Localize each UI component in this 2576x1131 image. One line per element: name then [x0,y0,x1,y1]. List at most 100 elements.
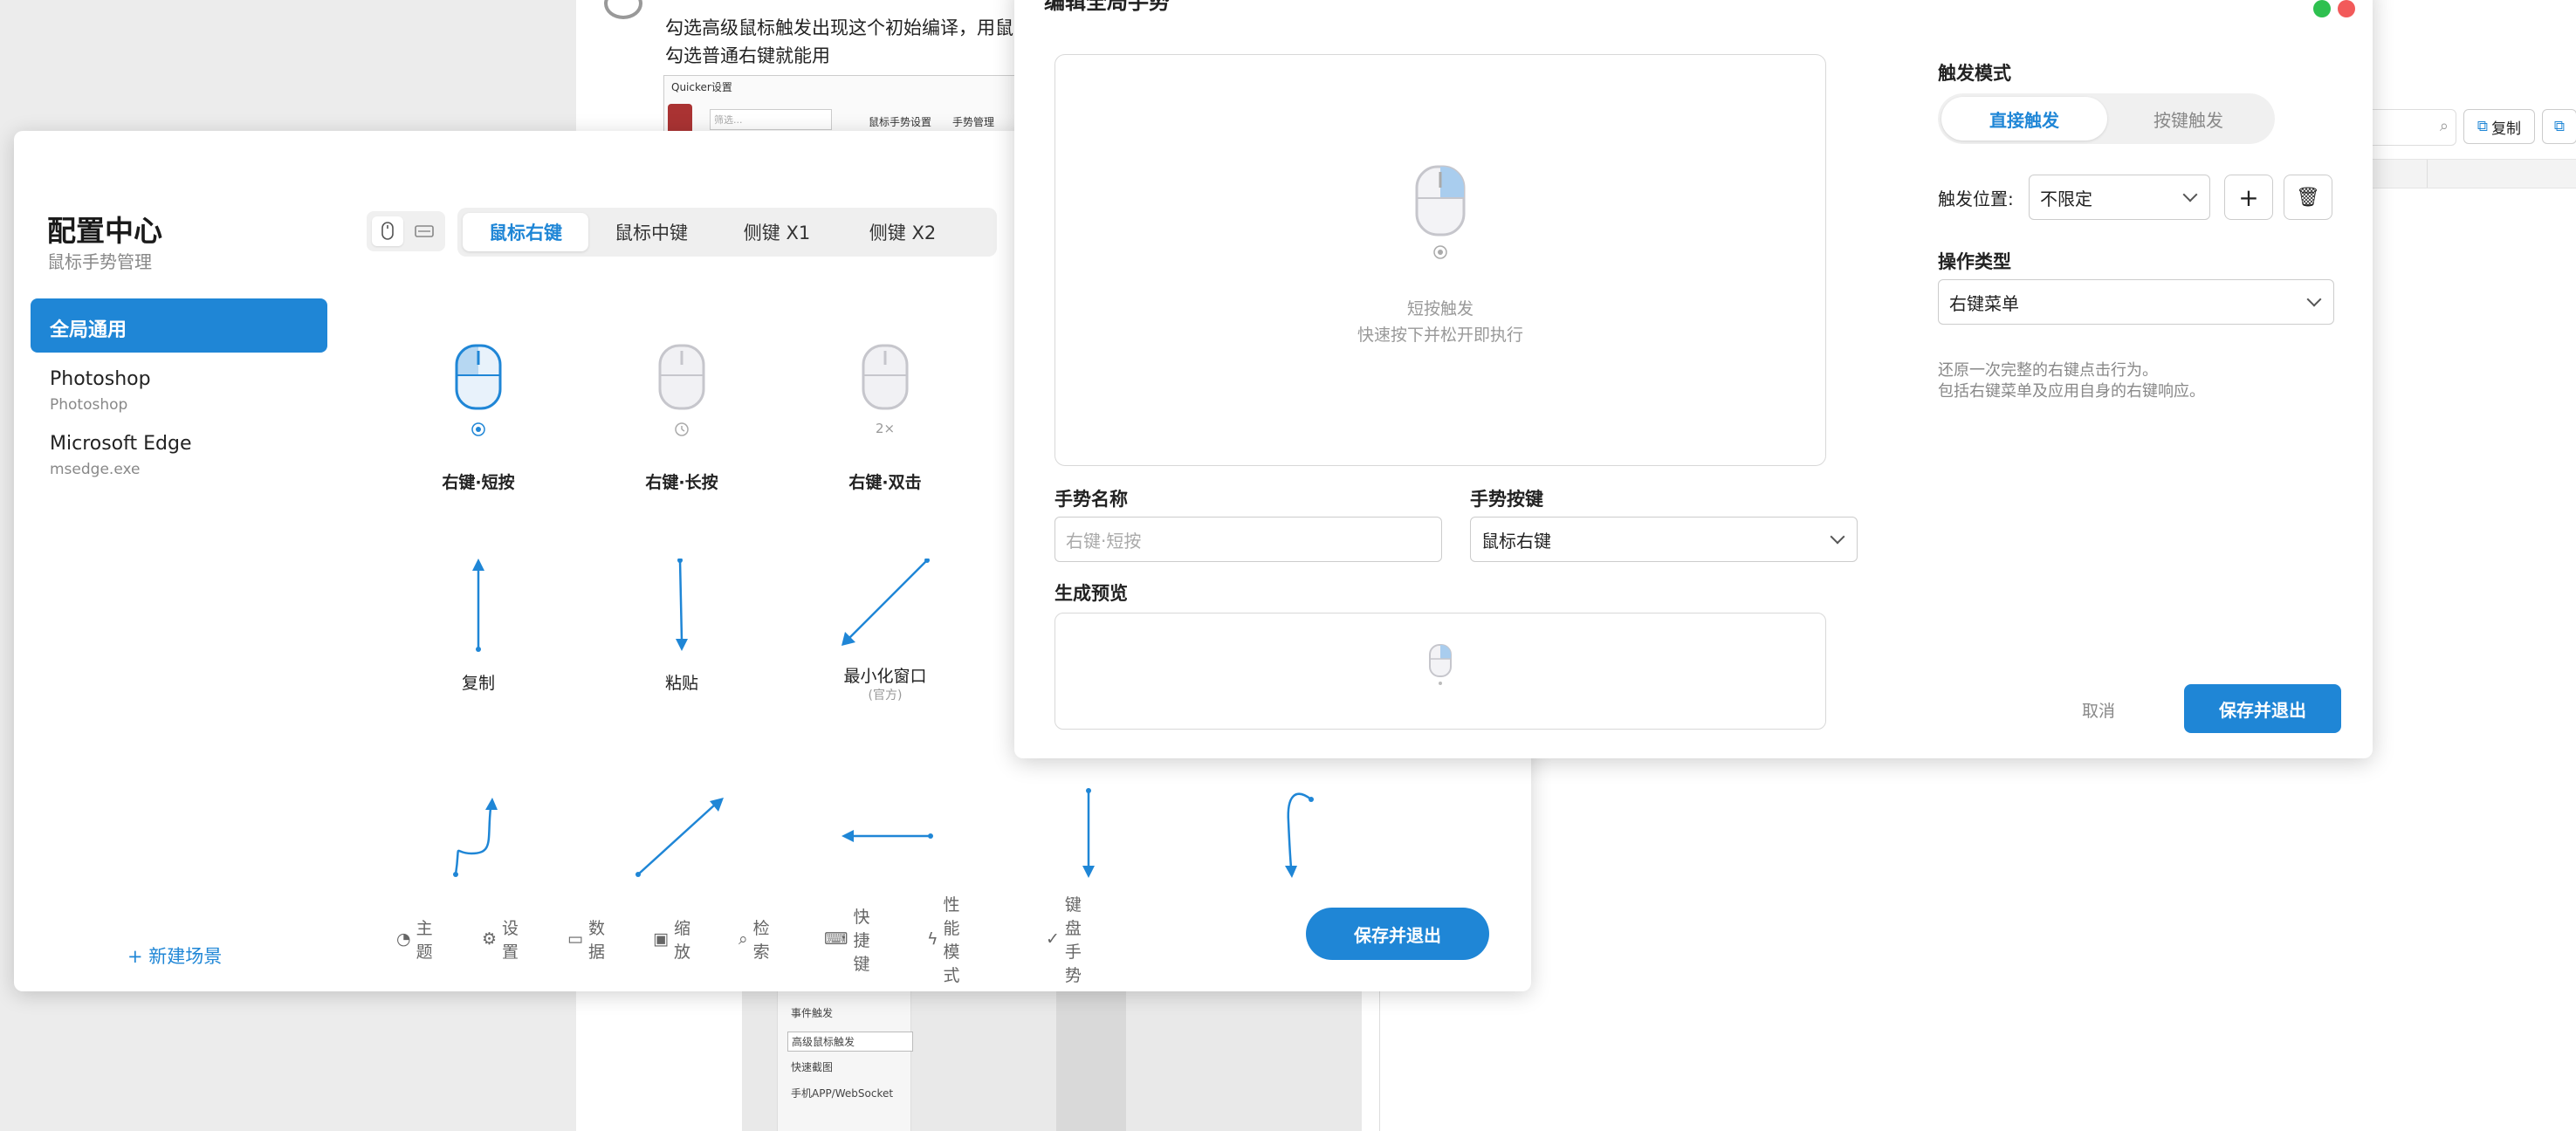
zoom-button[interactable]: ▣ 缩放 [653,919,690,962]
data-button[interactable]: ▭ 数据 [567,919,605,962]
shot-sidebar-item: 手机APP/WebSocket [791,1087,894,1100]
keyboard-icon: ⌨ [824,929,848,949]
gesture-name-input[interactable]: 右键·短按 [1054,517,1442,562]
table-header [2357,159,2576,188]
save-exit-button[interactable]: 保存并退出 [1306,908,1489,960]
cancel-button[interactable]: 取消 [2082,698,2115,722]
operation-description: 还原一次完整的右键点击行为。 [1938,361,2158,380]
gesture-card[interactable]: 复制 [400,559,557,707]
copy-button-label: 复制 [2491,120,2522,138]
bottom-label: 设置 [502,919,519,962]
trash-icon: 🗑 [2296,186,2320,209]
gesture-card[interactable] [807,787,964,883]
close-button[interactable] [2338,0,2355,17]
performance-mode-button[interactable]: ϟ 性能模式 [927,895,960,985]
gesture-label: 右键·双击 [848,473,922,492]
bottom-label: 性能模式 [943,895,960,985]
mouse-icon [1429,644,1452,685]
mouse-left-click-icon [455,344,502,436]
key-trigger-option[interactable]: 按键触发 [2105,97,2271,141]
copy-icon: ⧉ [2476,118,2489,135]
new-scene-label: 新建场景 [148,946,223,967]
doc-line-1: 勾选高级鼠标触发出现这个初始编译，用鼠 [665,17,1013,38]
embedded-sidebar-screenshot: 事件触发 高级鼠标触发 快速截图 手机APP/WebSocket [742,969,1362,1131]
tab-side-x2[interactable]: 侧键 X2 [840,213,965,251]
trigger-mode-label: 触发模式 [1938,63,2011,84]
double-click-hint: 2× [875,421,896,436]
search-button[interactable]: ⌕ 检索 [738,919,770,962]
gesture-label: 右键·长按 [645,473,718,492]
arrow-up-right-icon [635,798,724,877]
new-scene-button[interactable]: + 新建场景 [127,942,222,969]
gesture-canvas[interactable]: 短按触发 快速按下并松开即执行 [1054,54,1826,466]
shortcut-button[interactable]: ⌨ 快捷键 [824,908,869,974]
gesture-button-label: 手势按键 [1470,489,1543,510]
gesture-card[interactable] [603,787,760,883]
gesture-name-label: 手势名称 [1054,489,1128,510]
gesture-label: 右键·短按 [442,473,515,492]
button-tabs: 鼠标右键 鼠标中键 侧键 X1 侧键 X2 [457,208,997,257]
gesture-card[interactable] [1213,787,1370,883]
scene-item-photoshop[interactable]: Photoshop Photoshop [31,360,327,414]
check-circle-icon: ✓ [1046,929,1060,949]
chevron-down-icon [2182,187,2198,202]
keyboard-view-button[interactable] [409,216,440,246]
lightning-icon: ϟ [927,929,938,949]
save-exit-button[interactable]: 保存并退出 [2184,684,2341,733]
settings-button[interactable]: ⚙ 设置 [482,919,519,962]
theme-button[interactable]: ◔ 主题 [396,919,433,962]
scene-name: Photoshop [50,368,151,390]
gesture-card[interactable]: 右键·长按 [603,340,760,515]
shot-sidebar-item-active: 高级鼠标触发 [787,1032,913,1052]
gesture-card[interactable]: 最小化窗口 (官方) [807,558,964,707]
canvas-caption: 短按触发 [1406,299,1473,319]
tab-middle-button[interactable]: 鼠标中键 [588,213,714,251]
copy-button[interactable]: ⧉ 复制 [2463,109,2535,144]
bottom-label: 检索 [752,919,770,962]
shot-search-placeholder: 筛选... [714,114,743,126]
direct-trigger-option[interactable]: 直接触发 [1941,97,2107,141]
scene-name: 全局通用 [50,319,127,341]
trigger-position-select[interactable]: 不限定 [2029,175,2210,220]
preview-label: 生成预览 [1054,583,1128,604]
paste-button[interactable]: ⧉ [2542,109,2576,144]
gesture-card[interactable]: 右键·短按 [400,340,557,515]
gesture-card[interactable]: 粘贴 [603,558,760,707]
view-toggle [367,211,445,251]
scene-process: msedge.exe [50,461,141,478]
trigger-position-value: 不限定 [2040,188,2092,209]
plus-icon: + [2238,182,2259,212]
right-toolbar: ⧉ 复制 ⧉ [2373,109,2576,147]
bottom-label: 缩放 [673,919,690,962]
shot-search: 筛选... [710,109,832,130]
shot-tab-1: 鼠标手势设置 [869,116,932,128]
mouse-view-button[interactable] [372,216,403,246]
maximize-button[interactable] [2313,0,2331,17]
scene-item-global[interactable]: 全局通用 [31,298,327,353]
add-position-button[interactable]: + [2224,175,2273,220]
gesture-button-select[interactable]: 鼠标右键 [1470,517,1858,562]
tab-side-x1[interactable]: 侧键 X1 [714,213,840,251]
shot-title: Quicker设置 [671,81,732,93]
bottom-label: 数据 [587,919,605,962]
scene-item-edge[interactable]: Microsoft Edge msedge.exe [31,424,327,478]
arrow-hook-down-icon [1285,792,1314,878]
palette-icon: ◔ [396,929,411,949]
shot-scroll-region [1056,969,1126,1131]
page-title: 配置中心 [47,214,162,248]
arrow-up-icon [472,559,484,652]
search-icon: ⌕ [738,929,748,949]
gesture-name-placeholder: 右键·短按 [1066,530,1142,552]
chevron-down-icon [1830,529,1845,545]
tab-right-button[interactable]: 鼠标右键 [463,213,588,251]
gesture-sublabel: (官方) [868,689,903,703]
delete-position-button[interactable]: 🗑 [2284,175,2332,220]
arrow-zigzag-up-icon [453,798,498,877]
gesture-card[interactable] [1010,787,1167,883]
gesture-card[interactable] [400,787,557,883]
operation-type-select[interactable]: 右键菜单 [1938,279,2334,325]
mouse-double-click-icon [862,344,909,410]
shot-sidebar-item: 快速截图 [791,1061,834,1073]
keyboard-gesture-button[interactable]: ✓ 键盘手势 [1046,895,1082,985]
gesture-card[interactable]: 2× 右键·双击 [807,340,964,515]
